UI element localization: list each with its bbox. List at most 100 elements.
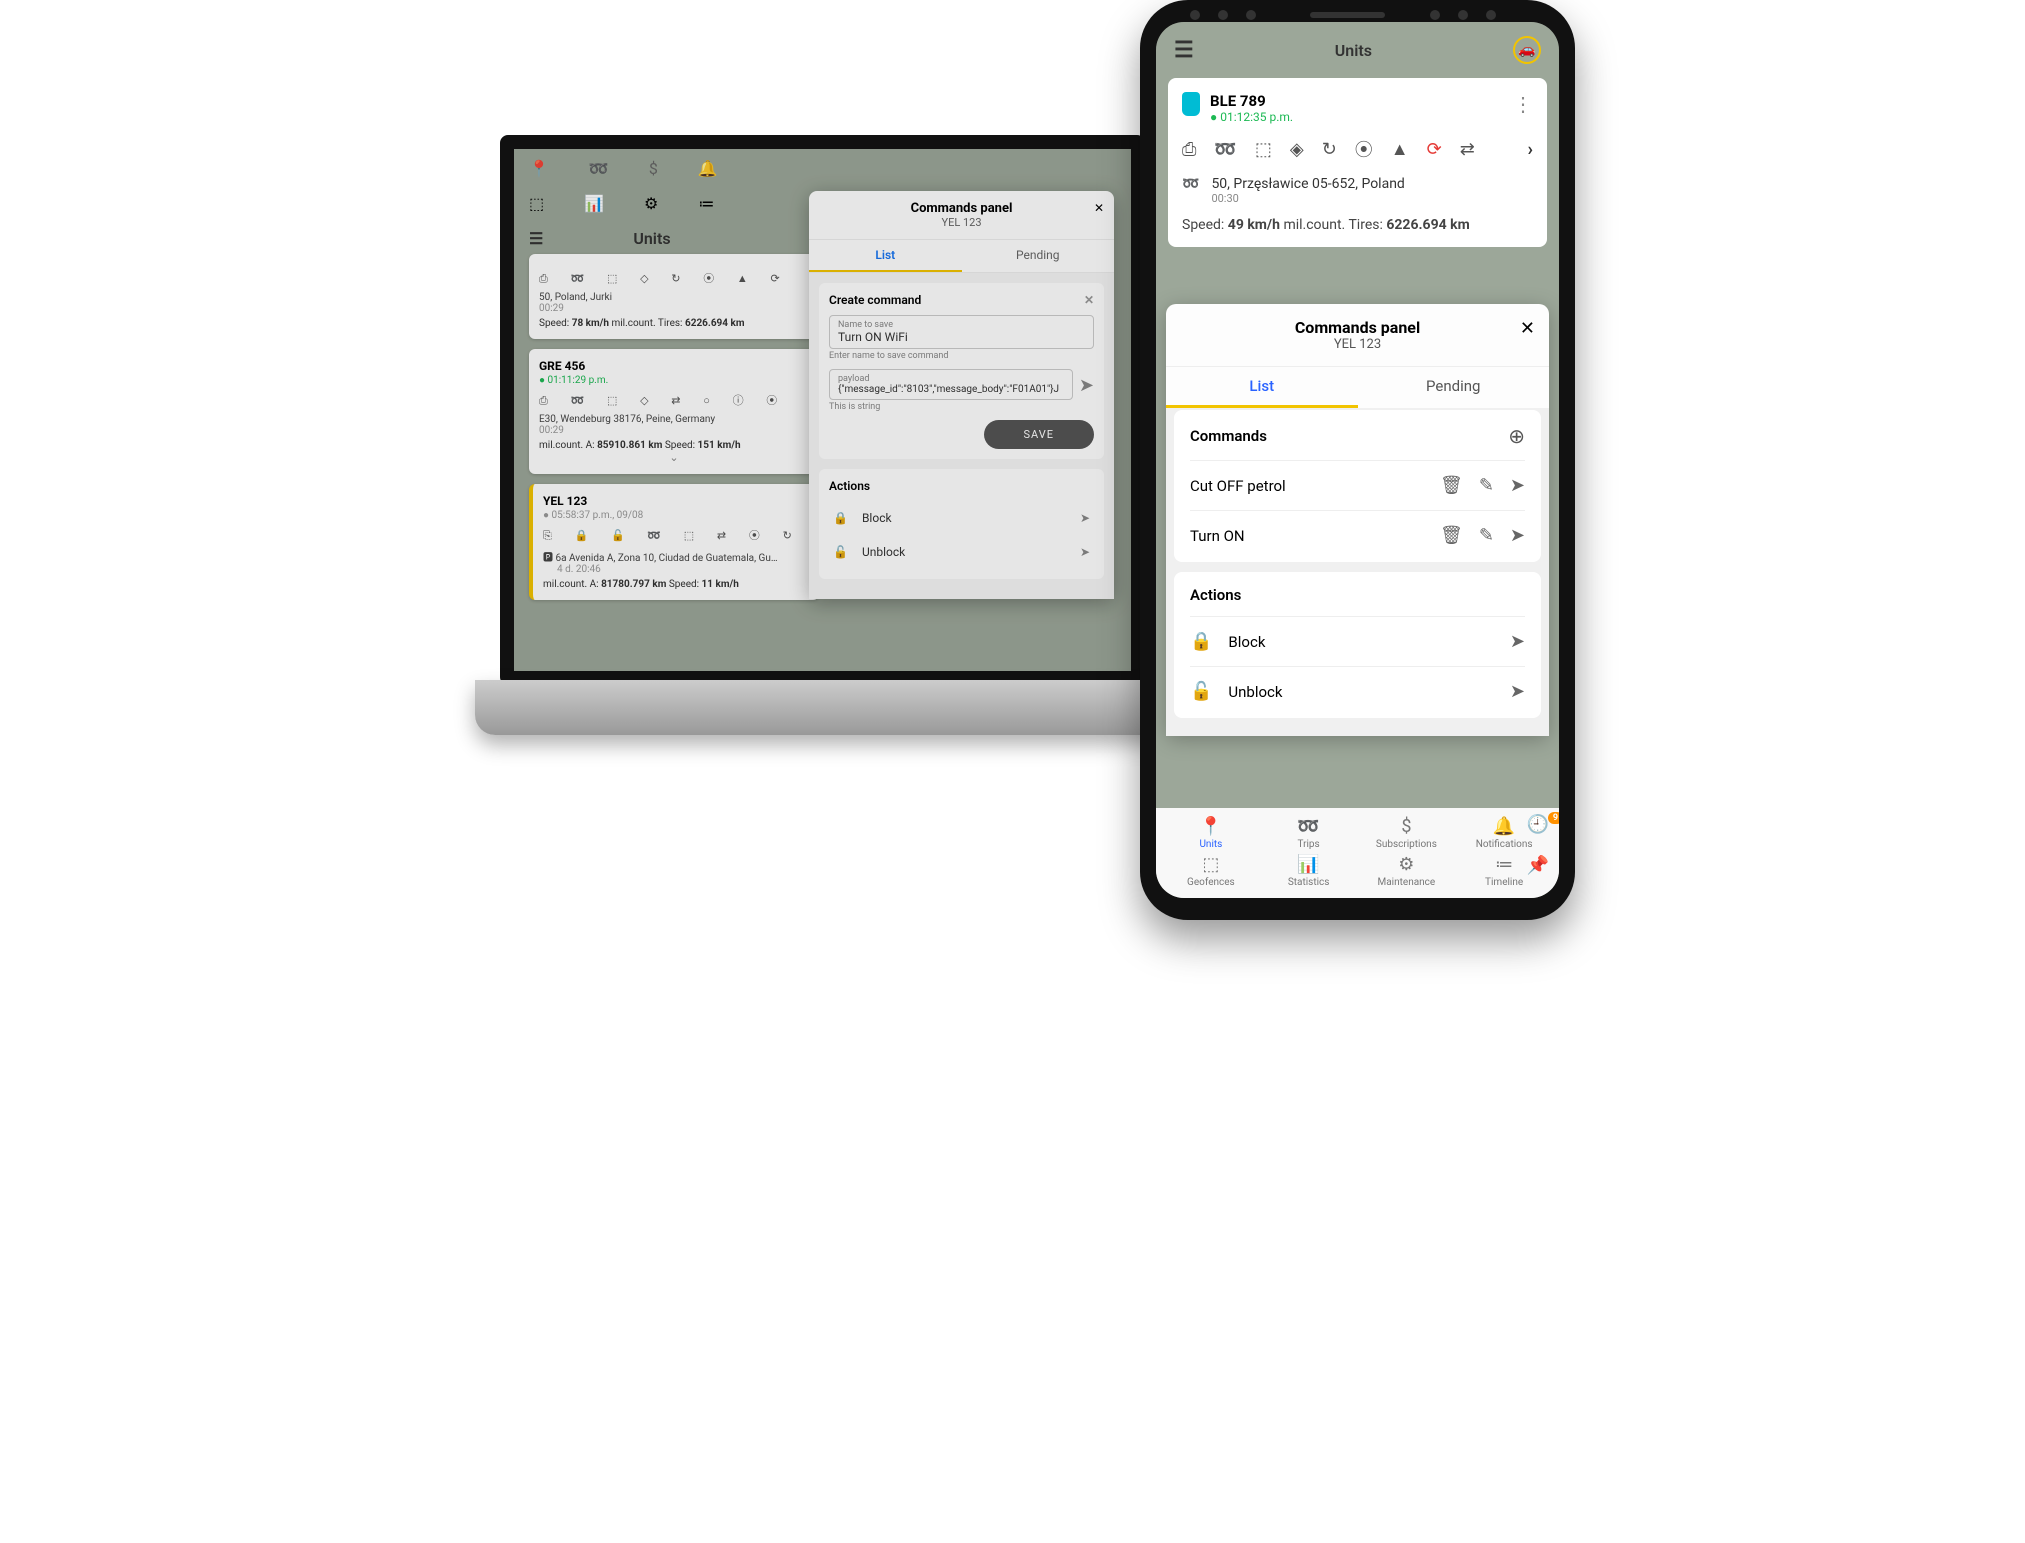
unit-card[interactable]: ⎙ ➿ ⬚ ◇ ↻ ⦿ ▲ ⟳ 50, Poland, Jurki00:29 S… (529, 254, 819, 339)
unit-card[interactable]: GRE 456● 01:11:29 p.m. ⎙ ➿ ⬚ ◇ ⇄ ○ ⓘ ⦿ E… (529, 349, 819, 474)
send-icon[interactable]: ➤ (1080, 545, 1090, 559)
dollar-icon[interactable]: $ (649, 159, 658, 178)
pin-icon: 📍 (1162, 816, 1260, 837)
bottom-nav: 📍Units ➿Trips $Subscriptions 🔔Notificati… (1156, 808, 1559, 898)
delete-icon[interactable]: 🗑 (1440, 475, 1463, 496)
modal-title: Commands panel (819, 201, 1104, 216)
field-help: This is string (829, 402, 1094, 412)
close-icon[interactable]: ✕ (1094, 201, 1104, 215)
nav-geofences[interactable]: ⬚Geofences (1162, 854, 1260, 888)
unit-stats: Speed: 78 km/h mil.count. Tires: 6226.69… (539, 318, 809, 329)
nav-label: Notifications (1476, 839, 1533, 850)
unit-stats: Speed: 49 km/h mil.count. Tires: 6226.69… (1182, 217, 1533, 233)
clock-icon[interactable]: 🕘 (1527, 814, 1549, 835)
actions-heading: Actions (1190, 574, 1525, 616)
unit-stats: mil.count. A: 85910.861 km Speed: 151 km… (539, 440, 809, 451)
close-icon[interactable]: ✕ (1084, 293, 1094, 307)
unit-card-selected[interactable]: YEL 123● 05:58:37 p.m., 09/08 ⎘ 🔒 🔓 ➿ ⬚ … (529, 484, 819, 600)
kebab-icon[interactable]: ⋮ (1513, 92, 1533, 116)
send-icon[interactable]: ➤ (1510, 681, 1525, 702)
hamburger-icon[interactable]: ☰ (529, 229, 543, 248)
send-icon[interactable]: ➤ (1510, 631, 1525, 652)
laptop-toolbar-row1: 📍 ➿ $ 🔔 (529, 159, 718, 178)
tab-pending[interactable]: Pending (1358, 367, 1550, 408)
nav-label: Units (1199, 839, 1222, 850)
nav-label: Geofences (1187, 877, 1235, 888)
commands-panel-modal: Commands panel YEL 123 ✕ List Pending Co… (1166, 304, 1549, 736)
icon[interactable]: ⎙ (1182, 139, 1196, 160)
addr: 50, Przęsławice 05-652, Poland (1211, 176, 1404, 192)
phone-device: ☰ Units 🚗 BLE 789 ● 01:12:35 p.m. ⋮ ⎙ ➿ … (1140, 0, 1575, 920)
unit-list: ⎙ ➿ ⬚ ◇ ↻ ⦿ ▲ ⟳ 50, Poland, Jurki00:29 S… (529, 254, 819, 610)
name-input[interactable]: Name to save Turn ON WiFi (829, 315, 1094, 349)
trips-icon: ➿ (1260, 816, 1358, 837)
action-unblock[interactable]: 🔓Unblock➤ (829, 535, 1094, 569)
addr-sub: 00:29 (539, 425, 564, 436)
page-title: Units (633, 229, 670, 248)
page-title: Units (1335, 41, 1372, 60)
pin-icon[interactable]: 📍 (529, 159, 549, 178)
command-row[interactable]: Cut OFF petrol🗑✎➤ (1190, 460, 1525, 510)
unit-name: YEL 123 (543, 494, 809, 508)
icon[interactable]: ↻ (1322, 139, 1337, 160)
unit-card[interactable]: BLE 789 ● 01:12:35 p.m. ⋮ ⎙ ➿ ⬚ ◈ ↻ ⦿ ▲ … (1168, 78, 1547, 247)
unit-time: ● 05:58:37 p.m., 09/08 (543, 510, 809, 521)
nav-units[interactable]: 📍 Units (1162, 816, 1260, 850)
tab-list[interactable]: List (809, 240, 962, 272)
payload-input[interactable]: payload {"message_id":"8103","message_bo… (829, 369, 1073, 400)
icon[interactable]: ⦿ (1355, 136, 1373, 162)
send-icon[interactable]: ➤ (1079, 375, 1094, 396)
action-unblock[interactable]: 🔓Unblock➤ (1190, 666, 1525, 716)
icon[interactable]: ⬚ (1255, 139, 1272, 160)
nav-trips[interactable]: ➿ Trips (1260, 816, 1358, 850)
crop-icon[interactable]: ⬚ (529, 194, 544, 213)
addr: 6a Avenida A, Zona 10, Ciudad de Guatema… (555, 553, 777, 564)
icon[interactable]: ▲ (1391, 139, 1409, 160)
tab-list[interactable]: List (1166, 367, 1358, 408)
nav-label: Maintenance (1378, 877, 1436, 888)
icon[interactable]: ◈ (1290, 139, 1304, 160)
laptop-toolbar-row2: ⬚ 📊 ⚙ ≔ (529, 194, 714, 213)
chart-icon[interactable]: 📊 (584, 194, 604, 213)
nav-subscriptions[interactable]: $Subscriptions (1358, 816, 1456, 850)
tab-pending[interactable]: Pending (962, 240, 1115, 272)
icon[interactable]: ⇄ (1460, 139, 1475, 160)
command-row[interactable]: Turn ON🗑✎➤ (1190, 510, 1525, 560)
addr-sub: 00:29 (539, 303, 564, 314)
chevron-right-icon[interactable]: › (1528, 139, 1533, 160)
create-command-heading: Create command (829, 293, 921, 307)
gear-icon[interactable]: ⚙ (644, 194, 658, 213)
field-label: payload (838, 374, 1064, 384)
pin-icon[interactable]: 📌 (1527, 855, 1549, 876)
send-icon[interactable]: ➤ (1510, 525, 1525, 546)
bell-icon[interactable]: 🔔 (698, 159, 718, 178)
avatar[interactable]: 🚗 (1513, 36, 1541, 64)
send-icon[interactable]: ➤ (1510, 475, 1525, 496)
add-icon[interactable]: ⊕ (1508, 424, 1525, 448)
delete-icon[interactable]: 🗑 (1440, 525, 1463, 546)
action-label: Block (1228, 633, 1493, 651)
actions-heading: Actions (829, 479, 1094, 493)
chart-icon: 📊 (1260, 854, 1358, 875)
hamburger-icon[interactable]: ☰ (1174, 38, 1194, 63)
save-button[interactable]: SAVE (984, 420, 1095, 449)
list-icon[interactable]: ≔ (698, 194, 714, 213)
nav-label: Trips (1298, 839, 1320, 850)
action-block[interactable]: 🔒 Block ➤ (829, 501, 1094, 535)
icon[interactable]: ⟳ (1427, 139, 1442, 160)
trips-icon[interactable]: ➿ (589, 159, 609, 178)
action-label: Block (862, 511, 892, 525)
nav-statistics[interactable]: 📊Statistics (1260, 854, 1358, 888)
icon[interactable]: ➿ (1214, 139, 1236, 160)
lock-icon: 🔒 (833, 511, 848, 525)
close-icon[interactable]: ✕ (1520, 318, 1535, 339)
edit-icon[interactable]: ✎ (1479, 525, 1494, 546)
send-icon[interactable]: ➤ (1080, 511, 1090, 525)
nav-label: Subscriptions (1376, 839, 1437, 850)
commands-panel-modal: Commands panel YEL 123 ✕ List Pending Cr… (809, 191, 1114, 599)
lock-icon: 🔒 (1190, 631, 1212, 652)
nav-maintenance[interactable]: ⚙Maintenance (1358, 854, 1456, 888)
action-block[interactable]: 🔒 Block ➤ (1190, 616, 1525, 666)
unit-time: ● 01:12:35 p.m. (1210, 110, 1293, 124)
edit-icon[interactable]: ✎ (1479, 475, 1494, 496)
